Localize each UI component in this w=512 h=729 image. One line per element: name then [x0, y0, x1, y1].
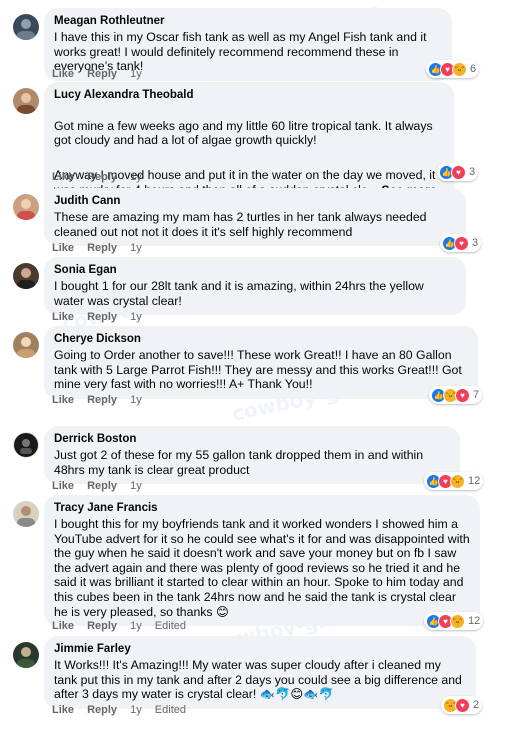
reaction-count: 2: [473, 699, 480, 711]
reactions-summary[interactable]: 👍 ♥ 3: [440, 234, 482, 252]
commenter-name[interactable]: Derrick Boston: [54, 432, 450, 447]
edited-label[interactable]: Edited: [155, 704, 186, 716]
comment-actions: Like Reply 1y Edited: [52, 704, 196, 717]
commenter-name[interactable]: Jimmie Farley: [54, 642, 466, 657]
comment-actions: Like Reply 1y: [52, 311, 152, 324]
commenter-name[interactable]: Sonia Egan: [54, 263, 456, 278]
timestamp[interactable]: 1y: [130, 480, 142, 492]
comment-bubble: Cherye Dickson Going to Order another to…: [44, 326, 478, 399]
commenter-name[interactable]: Meagan Rothleutner: [54, 14, 442, 29]
commenter-name[interactable]: Cherye Dickson: [54, 332, 468, 347]
like-button[interactable]: Like: [52, 171, 74, 183]
comment-text: I bought 1 for our 28lt tank and it is a…: [54, 279, 424, 308]
love-reaction-icon: ♥: [455, 387, 470, 403]
comment-actions: Like Reply 1y: [52, 480, 152, 493]
avatar[interactable]: [13, 332, 39, 358]
comment-bubble: Sonia Egan I bought 1 for our 28lt tank …: [44, 257, 466, 316]
like-button[interactable]: Like: [52, 480, 74, 492]
reactions-summary[interactable]: 👍 ᵔᴗᵔ ♥ 7: [429, 386, 483, 404]
reply-button[interactable]: Reply: [87, 704, 117, 716]
avatar[interactable]: [13, 501, 39, 527]
avatar[interactable]: [13, 88, 39, 114]
reaction-count: 12: [468, 615, 481, 627]
like-button[interactable]: Like: [52, 242, 74, 254]
love-reaction-icon: ♥: [454, 235, 469, 251]
comment-bubble: Tracy Jane Francis I bought this for my …: [44, 495, 480, 627]
haha-reaction-icon: ᵔᴗᵔ: [450, 613, 465, 629]
comment-text: Just got 2 of these for my 55 gallon tan…: [54, 448, 424, 477]
timestamp[interactable]: 1y: [130, 242, 142, 254]
reactions-summary[interactable]: 👍 ♥ 3: [437, 163, 479, 181]
timestamp[interactable]: 1y: [130, 311, 142, 323]
love-reaction-icon: ♥: [451, 164, 466, 180]
comment-text: It Works!!! It's Amazing!!! My water was…: [54, 658, 462, 702]
reactions-summary[interactable]: 👍 ♥ ᵔᴗᵔ 12: [424, 472, 484, 490]
comment-bubble: Jimmie Farley It Works!!! It's Amazing!!…: [44, 636, 476, 709]
reactions-summary[interactable]: 👍 ♥ ᵔᴗᵔ 12: [424, 612, 484, 630]
timestamp[interactable]: 1y: [130, 68, 142, 80]
reply-button[interactable]: Reply: [87, 394, 117, 406]
commenter-name[interactable]: Tracy Jane Francis: [54, 501, 470, 516]
reaction-count: 6: [470, 63, 477, 75]
reply-button[interactable]: Reply: [87, 311, 117, 323]
reaction-count: 12: [468, 475, 481, 487]
reaction-count: 3: [472, 237, 479, 249]
love-reaction-icon: ♥: [455, 697, 470, 713]
reply-button[interactable]: Reply: [87, 480, 117, 492]
avatar[interactable]: [13, 14, 39, 40]
timestamp[interactable]: 1y: [130, 704, 142, 716]
avatar[interactable]: [13, 194, 39, 220]
reaction-count: 3: [469, 166, 476, 178]
like-button[interactable]: Like: [52, 704, 74, 716]
comment-text: I bought this for my boyfriends tank and…: [54, 517, 470, 619]
haha-reaction-icon: ᵔᴗᵔ: [450, 473, 465, 489]
comment-actions: Like Reply 1y Edited: [52, 620, 196, 633]
like-button[interactable]: Like: [52, 620, 74, 632]
timestamp[interactable]: 1y: [130, 620, 142, 632]
like-button[interactable]: Like: [52, 394, 74, 406]
timestamp[interactable]: 1y: [130, 171, 142, 183]
reply-button[interactable]: Reply: [87, 171, 117, 183]
comment-bubble: Derrick Boston Just got 2 of these for m…: [44, 426, 460, 485]
comment-actions: Like Reply 1y: [52, 242, 152, 255]
comment-text: These are amazing my mam has 2 turtles i…: [54, 210, 427, 239]
timestamp[interactable]: 1y: [130, 394, 142, 406]
comment-paragraph: Got mine a few weeks ago and my little 6…: [54, 118, 433, 148]
reply-button[interactable]: Reply: [87, 620, 117, 632]
avatar[interactable]: [13, 432, 39, 458]
avatar[interactable]: [13, 263, 39, 289]
reactions-summary[interactable]: ᵔᴗᵔ ♥ 2: [441, 696, 483, 714]
commenter-name[interactable]: Lucy Alexandra Theobald: [54, 88, 444, 103]
reply-button[interactable]: Reply: [87, 68, 117, 80]
like-button[interactable]: Like: [52, 68, 74, 80]
reactions-summary[interactable]: 👍 ♥ ᵔᴗᵔ 6: [426, 60, 480, 78]
like-button[interactable]: Like: [52, 311, 74, 323]
comment-actions: Like Reply 1y: [52, 394, 152, 407]
avatar[interactable]: [13, 642, 39, 668]
edited-label[interactable]: Edited: [155, 620, 186, 632]
comment-actions: Like Reply 1y: [52, 171, 152, 184]
commenter-name[interactable]: Judith Cann: [54, 194, 456, 209]
comment-bubble: Judith Cann These are amazing my mam has…: [44, 188, 466, 247]
reaction-count: 7: [473, 389, 480, 401]
comment-text: Going to Order another to save!!! These …: [54, 348, 462, 392]
reply-button[interactable]: Reply: [87, 242, 117, 254]
haha-reaction-icon: ᵔᴗᵔ: [452, 61, 467, 77]
comment-actions: Like Reply 1y: [52, 68, 152, 81]
